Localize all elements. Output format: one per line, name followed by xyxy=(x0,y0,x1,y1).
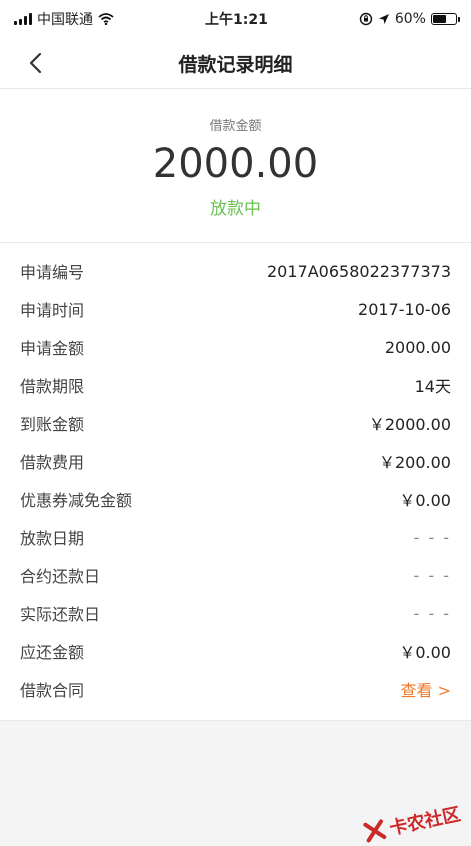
wifi-icon xyxy=(98,13,114,25)
detail-row-application-number: 申请编号 2017A0658022377373 xyxy=(20,261,451,283)
detail-row-application-amount: 申请金额 2000.00 xyxy=(20,337,451,359)
loan-detail-screen: 中国联通 上午1:21 60% 借款记录明细 借款金额 2000.00 放款中 … xyxy=(0,0,471,846)
view-contract-link[interactable]: 查看 > xyxy=(401,677,452,701)
navigation-bar: 借款记录明细 xyxy=(0,38,471,89)
chevron-left-icon xyxy=(29,52,42,74)
detail-row-coupon-discount: 优惠券减免金额 ￥0.00 xyxy=(20,491,451,510)
detail-row-actual-repayment-date: 实际还款日 - - - xyxy=(20,603,451,625)
carrier-name: 中国联通 xyxy=(37,12,93,28)
loan-amount: 2000.00 xyxy=(152,141,319,187)
watermark-text: 卡农社区 xyxy=(387,804,463,840)
battery-percent: 60% xyxy=(394,11,426,27)
page-title: 借款记录明细 xyxy=(178,53,293,76)
signal-icon xyxy=(14,13,32,25)
detail-row-loan-term: 借款期限 14天 xyxy=(20,377,451,396)
location-icon xyxy=(378,14,389,24)
detail-row-application-time: 申请时间 2017-10-06 xyxy=(20,299,451,321)
status-bar: 中国联通 上午1:21 60% xyxy=(0,0,471,38)
watermark: 卡农社区 xyxy=(361,800,462,846)
loan-detail-list: 申请编号 2017A0658022377373 申请时间 2017-10-06 … xyxy=(0,243,471,721)
detail-row-disbursement-date: 放款日期 - - - xyxy=(20,527,451,549)
detail-row-loan-fee: 借款费用 ￥200.00 xyxy=(20,453,451,472)
detail-row-loan-contract[interactable]: 借款合同 查看 > xyxy=(0,670,471,708)
battery-icon xyxy=(430,13,460,25)
status-time: 上午1:21 xyxy=(205,12,268,28)
battery-fill xyxy=(432,15,446,23)
loan-summary: 借款金额 2000.00 放款中 xyxy=(0,89,471,243)
loan-status: 放款中 xyxy=(210,199,261,219)
rotation-lock-icon xyxy=(359,12,373,26)
detail-row-amount-due: 应还金额 ￥0.00 xyxy=(20,643,451,662)
loan-amount-label: 借款金额 xyxy=(209,119,262,134)
detail-row-contract-repayment-date: 合约还款日 - - - xyxy=(20,565,451,587)
watermark-logo-icon xyxy=(363,819,387,843)
detail-row-received-amount: 到账金额 ￥2000.00 xyxy=(20,415,451,434)
back-button[interactable] xyxy=(20,48,50,78)
